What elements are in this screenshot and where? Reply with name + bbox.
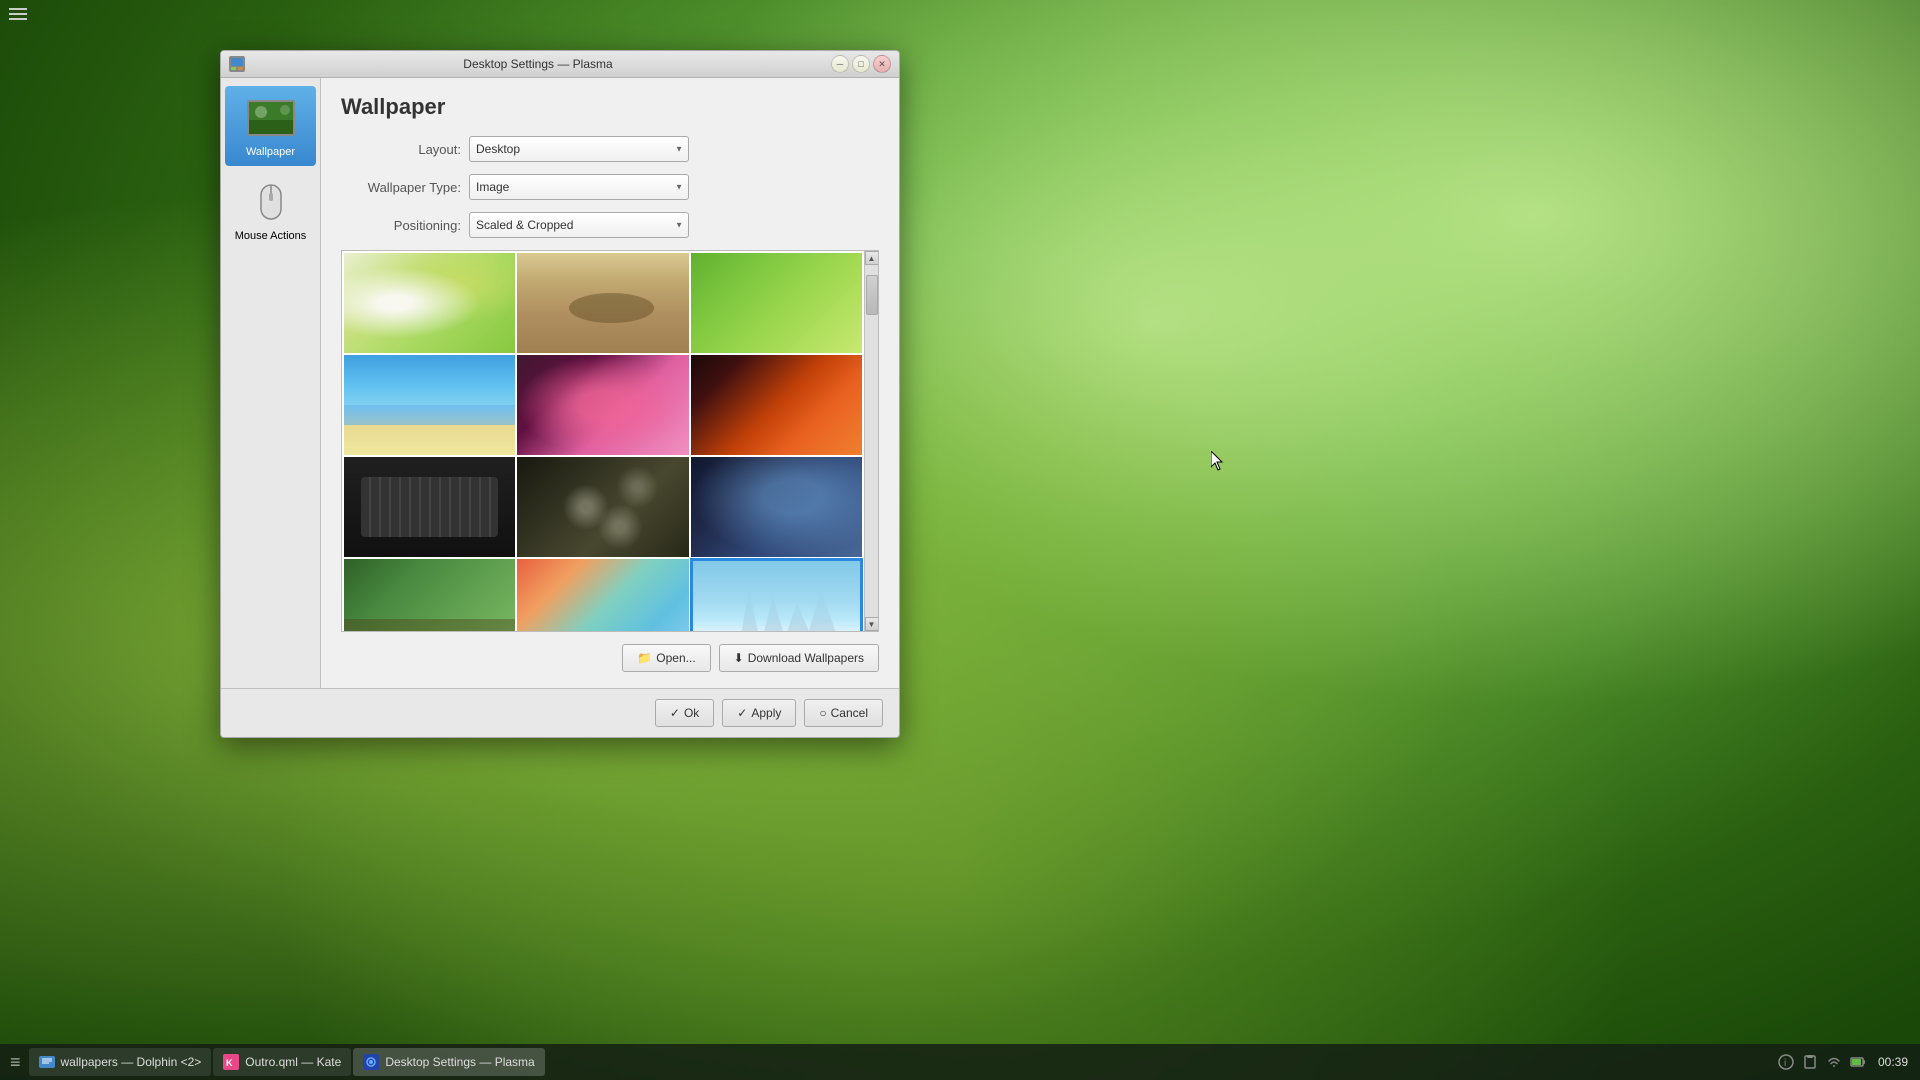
download-wallpapers-button[interactable]: ⬇ Download Wallpapers: [719, 644, 879, 672]
battery-tray-icon: [1850, 1054, 1866, 1070]
scrollbar-track[interactable]: [865, 265, 879, 617]
kate-icon: K: [223, 1054, 239, 1070]
wallpaper-thumb-1[interactable]: [344, 253, 515, 353]
sidebar-wallpaper-label: Wallpaper: [246, 146, 295, 158]
svg-text:K: K: [226, 1058, 233, 1068]
main-content: Wallpaper Layout: Desktop Wallpaper Type…: [321, 78, 899, 688]
scroll-down-button[interactable]: ▼: [865, 617, 879, 631]
hamburger-icon: [9, 8, 27, 20]
plasma-icon: [363, 1054, 379, 1070]
page-title: Wallpaper: [341, 94, 879, 120]
info-tray-icon: i: [1778, 1054, 1794, 1070]
positioning-select[interactable]: Scaled & Cropped Scaled Cropped Centered…: [469, 212, 689, 238]
sidebar-mouse-label: Mouse Actions: [235, 230, 307, 242]
wallpaper-type-select-wrapper: Image Slideshow Color: [469, 174, 689, 200]
wallpaper-thumb-8[interactable]: [517, 457, 688, 557]
taskbar-plasma[interactable]: Desktop Settings — Plasma: [353, 1048, 544, 1076]
taskbar-dolphin[interactable]: wallpapers — Dolphin <2>: [29, 1048, 212, 1076]
cancel-icon: ○: [819, 706, 826, 720]
wallpaper-preview-svg: [249, 102, 295, 136]
window-title: Desktop Settings — Plasma: [249, 57, 827, 71]
wallpaper-type-select[interactable]: Image Slideshow Color: [469, 174, 689, 200]
wallpaper-thumb-3[interactable]: [691, 253, 862, 353]
layout-select-wrapper: Desktop: [469, 136, 689, 162]
mouse-icon-svg: [259, 183, 283, 221]
download-icon: ⬇: [734, 651, 744, 665]
positioning-row: Positioning: Scaled & Cropped Scaled Cro…: [341, 212, 879, 238]
wallpaper-type-row: Wallpaper Type: Image Slideshow Color: [341, 174, 879, 200]
dolphin-icon: [39, 1054, 55, 1070]
app-menu-button[interactable]: [0, 0, 36, 28]
wallpaper-thumb-11[interactable]: [517, 559, 688, 631]
apply-button[interactable]: ✓ Apply: [722, 699, 796, 727]
ok-button[interactable]: ✓ Ok: [655, 699, 714, 727]
scrollbar-thumb[interactable]: [866, 275, 878, 315]
taskbar-kate[interactable]: K Outro.qml — Kate: [213, 1048, 351, 1076]
wallpaper-thumb-4[interactable]: [344, 355, 515, 455]
layout-select[interactable]: Desktop: [469, 136, 689, 162]
sidebar-item-mouse-actions[interactable]: Mouse Actions: [225, 170, 316, 250]
maximize-button[interactable]: □: [852, 55, 870, 73]
minimize-button[interactable]: ─: [831, 55, 849, 73]
wallpaper-thumb-10[interactable]: [344, 559, 515, 631]
wallpaper-type-label: Wallpaper Type:: [341, 180, 461, 195]
wallpaper-scrollbar: ▲ ▼: [864, 251, 878, 631]
action-row: 📁 Open... ⬇ Download Wallpapers: [341, 644, 879, 672]
layout-label: Layout:: [341, 142, 461, 157]
layout-row: Layout: Desktop: [341, 136, 879, 162]
window-controls: ─ □ ✕: [831, 55, 891, 73]
apply-check-icon: ✓: [737, 706, 747, 720]
positioning-label: Positioning:: [341, 218, 461, 233]
clock: 00:39: [1874, 1055, 1908, 1069]
close-button[interactable]: ✕: [873, 55, 891, 73]
wallpaper-grid: [342, 251, 864, 631]
taskbar-app-menu[interactable]: ≡: [4, 1048, 27, 1076]
cancel-button[interactable]: ○ Cancel: [804, 699, 883, 727]
window-icon: [229, 56, 245, 72]
dialog-body: Wallpaper Mouse Actions Wallpaper Layout…: [221, 78, 899, 688]
wallpaper-grid-container: ▲ ▼: [341, 250, 879, 632]
wallpaper-thumb-12[interactable]: [691, 559, 862, 631]
wallpaper-icon: [247, 94, 295, 142]
positioning-select-wrapper: Scaled & Cropped Scaled Cropped Centered…: [469, 212, 689, 238]
open-folder-icon: 📁: [637, 651, 652, 665]
sidebar-item-wallpaper[interactable]: Wallpaper: [225, 86, 316, 166]
ok-check-icon: ✓: [670, 706, 680, 720]
sidebar: Wallpaper Mouse Actions: [221, 78, 321, 688]
scroll-up-button[interactable]: ▲: [865, 251, 879, 265]
dialog-footer: ✓ Ok ✓ Apply ○ Cancel: [221, 688, 899, 737]
wallpaper-thumb-6[interactable]: [691, 355, 862, 455]
taskbar: ≡ wallpapers — Dolphin <2> K Outro.qml —…: [0, 1044, 1920, 1080]
wifi-tray-icon: [1826, 1054, 1842, 1070]
taskbar-menu-icon: ≡: [10, 1052, 21, 1073]
titlebar: Desktop Settings — Plasma ─ □ ✕: [221, 51, 899, 78]
wallpaper-thumb-9[interactable]: [691, 457, 862, 557]
taskbar-tray: i 00:39: [1770, 1054, 1916, 1070]
wallpaper-thumb-2[interactable]: [517, 253, 688, 353]
clipboard-tray-icon: [1802, 1054, 1818, 1070]
wallpaper-thumb-5[interactable]: [517, 355, 688, 455]
desktop-settings-dialog: Desktop Settings — Plasma ─ □ ✕: [220, 50, 900, 738]
svg-text:i: i: [1784, 1058, 1786, 1069]
mouse-actions-icon-container: [247, 178, 295, 226]
wallpaper-thumb-7[interactable]: [344, 457, 515, 557]
open-button[interactable]: 📁 Open...: [622, 644, 710, 672]
window-icon-svg: [231, 58, 243, 70]
